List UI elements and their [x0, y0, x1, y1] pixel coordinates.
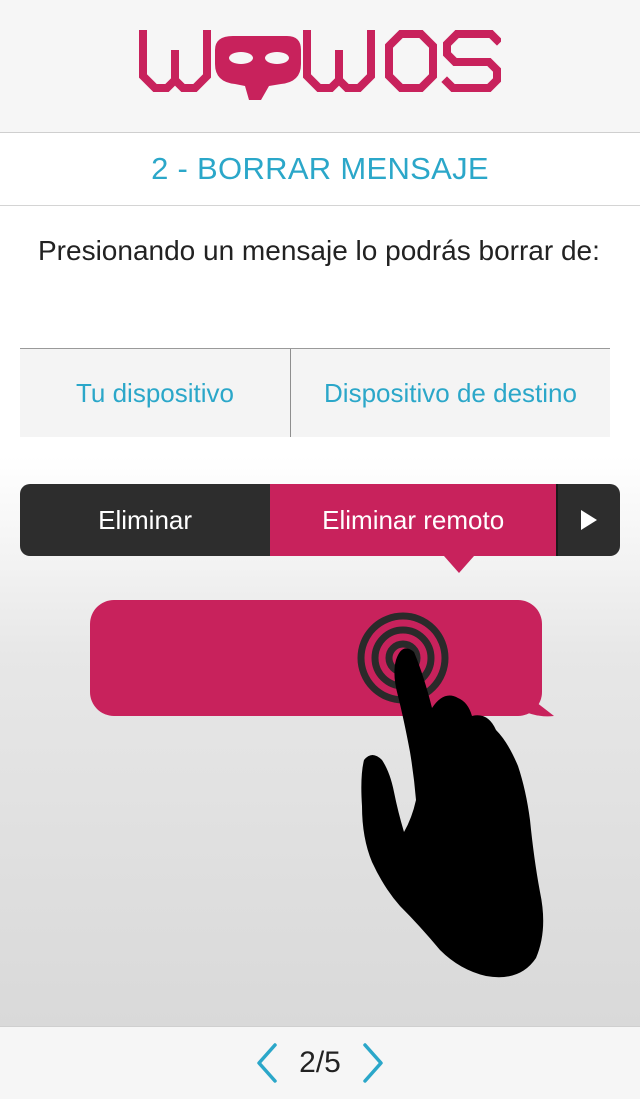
context-menu: Eliminar Eliminar remoto	[20, 484, 620, 556]
message-bubble	[90, 600, 542, 716]
previous-page-button[interactable]	[255, 1042, 279, 1084]
woowos-logo	[139, 30, 501, 100]
description-text: Presionando un mensaje lo podrás borrar …	[38, 235, 600, 266]
pagination-bar: 2/5	[0, 1026, 640, 1099]
eliminar-remoto-button[interactable]: Eliminar remoto	[270, 484, 557, 556]
eliminar-button[interactable]: Eliminar	[20, 484, 271, 556]
page-indicator: 2/5	[299, 1046, 341, 1079]
option-tu-dispositivo[interactable]: Tu dispositivo	[20, 349, 291, 437]
title-bar: 2 - BORRAR MENSAJE	[0, 133, 640, 206]
chevron-right-icon	[363, 1043, 383, 1083]
chevron-left-icon	[257, 1043, 277, 1083]
play-arrow-icon	[581, 510, 598, 530]
page-title: 2 - BORRAR MENSAJE	[151, 151, 489, 186]
menu-pointer	[444, 556, 474, 573]
delete-target-options: Tu dispositivo Dispositivo de destino	[20, 348, 610, 437]
app-header	[0, 0, 640, 133]
next-page-button[interactable]	[361, 1042, 385, 1084]
option-dispositivo-destino[interactable]: Dispositivo de destino	[291, 349, 610, 437]
more-options-button[interactable]	[556, 484, 620, 556]
